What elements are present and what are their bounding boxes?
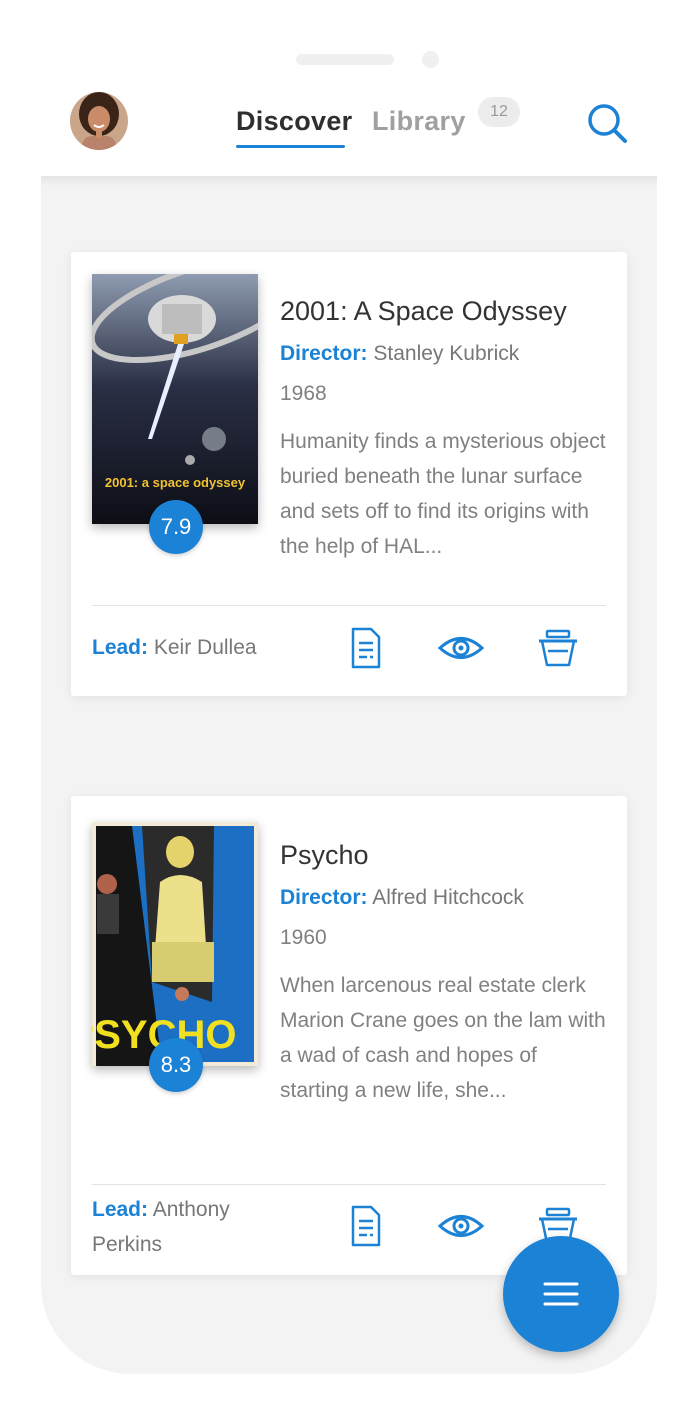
rating-badge: 7.9 — [149, 500, 203, 554]
tab-library[interactable]: Library — [372, 104, 466, 138]
watch-button[interactable] — [436, 623, 486, 673]
save-button[interactable] — [533, 623, 583, 673]
eye-icon — [437, 1215, 485, 1237]
search-button[interactable] — [585, 101, 629, 145]
lead-line: Lead: Keir Dullea — [92, 630, 292, 665]
menu-fab-button[interactable] — [503, 1236, 619, 1352]
library-count-badge: 12 — [478, 97, 520, 127]
lead-label: Lead: — [92, 1198, 149, 1221]
movie-card[interactable]: PSYCHO 8.3 Psycho Director: Alfred Hitch… — [71, 796, 627, 1275]
card-divider — [92, 1184, 606, 1185]
movie-title[interactable]: 2001: A Space Odyssey — [280, 294, 567, 328]
eye-icon — [437, 637, 485, 659]
director-label: Director: — [280, 886, 368, 909]
card-divider — [92, 605, 606, 606]
user-avatar[interactable] — [70, 92, 128, 150]
director-line: Director: Alfred Hitchcock — [280, 884, 524, 912]
search-icon — [588, 104, 627, 143]
top-bar: Discover Library 12 — [0, 0, 700, 176]
lead-label: Lead: — [92, 636, 149, 659]
lead-line: Lead: Anthony Perkins — [92, 1192, 292, 1262]
poster-title: 2001: a space odyssey — [105, 475, 246, 490]
lead-name: Keir Dullea — [153, 636, 257, 659]
header-shadow — [41, 176, 657, 186]
release-year: 1968 — [280, 382, 327, 405]
movie-card[interactable]: 2001: a space odyssey 7.9 2001: A Space … — [71, 252, 627, 696]
tab-discover[interactable]: Discover — [236, 104, 352, 138]
movie-poster[interactable]: PSYCHO — [92, 822, 258, 1066]
phone-speaker — [296, 54, 394, 65]
director-label: Director: — [280, 342, 368, 365]
watch-button[interactable] — [436, 1201, 486, 1251]
director-name: Alfred Hitchcock — [372, 886, 524, 909]
release-year: 1960 — [280, 926, 327, 949]
movie-poster[interactable]: 2001: a space odyssey — [92, 274, 258, 524]
phone-camera — [422, 51, 439, 68]
movie-description: Humanity finds a mysterious object burie… — [280, 430, 606, 558]
details-icon — [351, 1205, 381, 1247]
rating-badge: 8.3 — [149, 1038, 203, 1092]
movie-title[interactable]: Psycho — [280, 838, 369, 872]
movie-description: When larcenous real estate clerk Marion … — [280, 974, 606, 1102]
details-button[interactable] — [341, 1201, 391, 1251]
bucket-icon — [539, 629, 577, 667]
active-tab-indicator — [236, 145, 345, 148]
director-name: Stanley Kubrick — [373, 342, 520, 365]
details-icon — [351, 627, 381, 669]
menu-icon — [543, 1282, 579, 1306]
director-line: Director: Stanley Kubrick — [280, 340, 519, 368]
details-button[interactable] — [341, 623, 391, 673]
